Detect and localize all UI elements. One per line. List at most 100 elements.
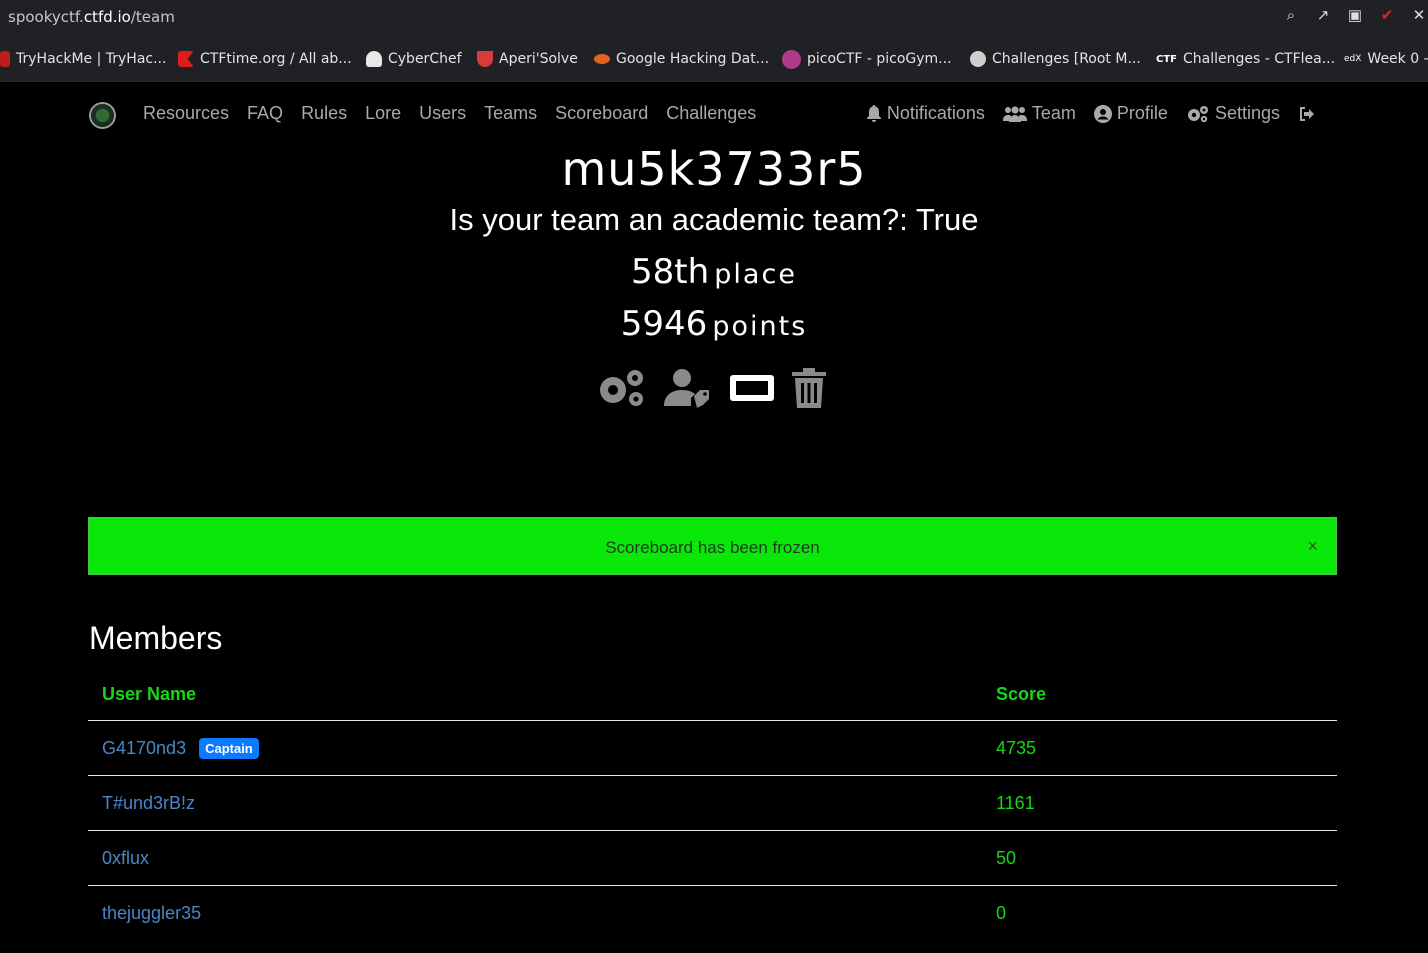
invite-ticket-button[interactable] xyxy=(730,373,774,403)
nav-notifications[interactable]: Notifications xyxy=(866,103,985,124)
table-row: thejuggler35 0 xyxy=(88,886,1337,941)
bookmark-label: Google Hacking Dat... xyxy=(616,51,770,67)
bookmark-favicon-icon xyxy=(178,51,194,67)
bookmark-google-hacking[interactable]: Google Hacking Dat... xyxy=(594,49,769,69)
bookmark-label: picoCTF - picoGym... xyxy=(807,51,952,67)
scoreboard-frozen-alert: Scoreboard has been frozen × xyxy=(88,517,1337,575)
member-link[interactable]: thejuggler35 xyxy=(102,903,201,924)
bookmark-ctftime[interactable]: CTFtime.org / All ab... xyxy=(178,49,352,69)
table-row: T#und3rB!z 1161 xyxy=(88,776,1337,831)
members-table: User Name Score G4170nd3 Captain 4735 T#u… xyxy=(88,666,1337,941)
nav-challenges[interactable]: Challenges xyxy=(666,103,756,124)
member-name-cell: thejuggler35 xyxy=(102,903,201,924)
nav-team[interactable]: Team xyxy=(1002,103,1076,124)
browser-url-bar[interactable]: spookyctf.ctfd.io/team ⌕ ↗ ▣ ✔ ✕ xyxy=(0,0,1428,34)
members-heading: Members xyxy=(89,620,223,656)
bookmark-label: Aperi'Solve xyxy=(499,51,578,67)
url-path: /team xyxy=(130,8,175,26)
site-navbar: Resources FAQ Rules Lore Users Teams Sco… xyxy=(0,82,1428,144)
nav-users[interactable]: Users xyxy=(419,103,466,124)
url-domain: ctfd.io xyxy=(83,8,131,26)
bookmark-week0[interactable]: edX Week 0 - xyxy=(1344,49,1428,69)
nav-logout[interactable] xyxy=(1298,106,1316,122)
bookmark-label: Challenges [Root M... xyxy=(992,51,1141,67)
nav-resources[interactable]: Resources xyxy=(143,103,229,124)
team-name: mu5k3733r5 xyxy=(561,142,867,196)
team-place: 58th place xyxy=(0,252,1428,292)
nav-user-menu: Notifications Team Profile Settings xyxy=(866,103,1316,124)
cogs-icon xyxy=(1187,105,1208,122)
nav-settings-label: Settings xyxy=(1214,103,1280,123)
member-link[interactable]: T#und3rB!z xyxy=(102,793,195,814)
nav-links: Resources FAQ Rules Lore Users Teams Sco… xyxy=(143,103,756,124)
bookmark-label: CyberChef xyxy=(388,51,462,67)
bookmark-aperisolve[interactable]: Aperi'Solve xyxy=(477,49,578,69)
table-row: G4170nd3 Captain 4735 xyxy=(88,721,1337,776)
bookmark-label: TryHackMe | TryHac... xyxy=(16,51,167,67)
captain-badge: Captain xyxy=(199,738,259,759)
search-icon[interactable]: ⌕ xyxy=(1282,6,1300,24)
bookmark-label: Week 0 - xyxy=(1367,51,1428,67)
bookmark-favicon-icon xyxy=(782,49,801,69)
nav-teams[interactable]: Teams xyxy=(484,103,537,124)
camera-icon[interactable]: ▣ xyxy=(1346,6,1364,24)
users-icon xyxy=(1002,105,1027,122)
bookmark-favicon-icon xyxy=(0,51,10,67)
change-captain-button[interactable] xyxy=(664,368,712,408)
bookmark-favicon-icon xyxy=(477,51,493,67)
member-score: 0 xyxy=(996,903,1007,923)
url-text[interactable]: spookyctf.ctfd.io/team xyxy=(8,8,175,26)
alert-close-icon[interactable]: × xyxy=(1307,536,1318,557)
edx-logo-icon: edX xyxy=(1344,54,1362,64)
share-icon[interactable]: ↗ xyxy=(1314,6,1332,24)
bookmark-favicon-icon xyxy=(970,51,986,67)
bookmark-tryhackme[interactable]: TryHackMe | TryHac... xyxy=(0,49,166,69)
site-logo[interactable] xyxy=(89,102,116,129)
disband-team-button[interactable] xyxy=(792,368,826,408)
close-icon[interactable]: ✕ xyxy=(1410,6,1428,24)
url-prefix: spookyctf. xyxy=(8,8,84,26)
bookmark-favicon-icon xyxy=(366,51,382,67)
bookmark-root-me[interactable]: Challenges [Root M... xyxy=(970,49,1141,69)
bookmark-cyberchef[interactable]: CyberChef xyxy=(366,49,462,69)
bookmark-ctflearn[interactable]: CTF Challenges - CTFlea... xyxy=(1156,49,1335,69)
team-points-value: 5946 xyxy=(620,304,708,344)
team-place-label: place xyxy=(714,259,797,290)
member-name-cell: G4170nd3 Captain xyxy=(102,738,259,759)
nav-notifications-label: Notifications xyxy=(886,103,985,123)
member-name-cell: 0xflux xyxy=(102,848,149,869)
nav-profile[interactable]: Profile xyxy=(1093,103,1168,124)
column-header-score: Score xyxy=(996,684,1047,704)
bell-icon xyxy=(866,104,881,122)
table-row: 0xflux 50 xyxy=(88,831,1337,886)
sign-out-icon xyxy=(1300,106,1314,121)
team-place-value: 58th xyxy=(631,252,710,292)
column-header-user-name: User Name xyxy=(102,684,197,704)
browser-toolbar: ⌕ ↗ ▣ ✔ ✕ xyxy=(1282,6,1428,25)
cogs-icon xyxy=(600,370,643,406)
team-actions xyxy=(596,368,826,408)
nav-profile-label: Profile xyxy=(1116,103,1168,123)
shield-icon[interactable]: ✔ xyxy=(1378,6,1396,24)
user-tag-icon xyxy=(664,369,709,408)
nav-settings[interactable]: Settings xyxy=(1186,103,1280,124)
ticket-icon xyxy=(730,375,774,401)
ctf-logo-icon: CTF xyxy=(1156,53,1177,65)
member-link[interactable]: G4170nd3 xyxy=(102,738,186,759)
team-settings-button[interactable] xyxy=(596,368,646,408)
nav-faq[interactable]: FAQ xyxy=(247,103,283,124)
team-points: 5946 points xyxy=(0,304,1428,344)
bookmark-picoctf[interactable]: picoCTF - picoGym... xyxy=(782,49,952,69)
nav-lore[interactable]: Lore xyxy=(365,103,401,124)
member-score: 1161 xyxy=(996,793,1035,813)
nav-scoreboard[interactable]: Scoreboard xyxy=(555,103,648,124)
user-circle-icon xyxy=(1093,104,1112,123)
bookmark-label: CTFtime.org / All ab... xyxy=(200,51,352,67)
member-score: 50 xyxy=(996,848,1017,868)
member-link[interactable]: 0xflux xyxy=(102,848,149,869)
member-score: 4735 xyxy=(996,738,1037,758)
members-table-header: User Name Score xyxy=(88,666,1337,721)
team-points-label: points xyxy=(712,311,808,342)
bookmarks-bar: TryHackMe | TryHac... CTFtime.org / All … xyxy=(0,34,1428,82)
nav-rules[interactable]: Rules xyxy=(301,103,347,124)
